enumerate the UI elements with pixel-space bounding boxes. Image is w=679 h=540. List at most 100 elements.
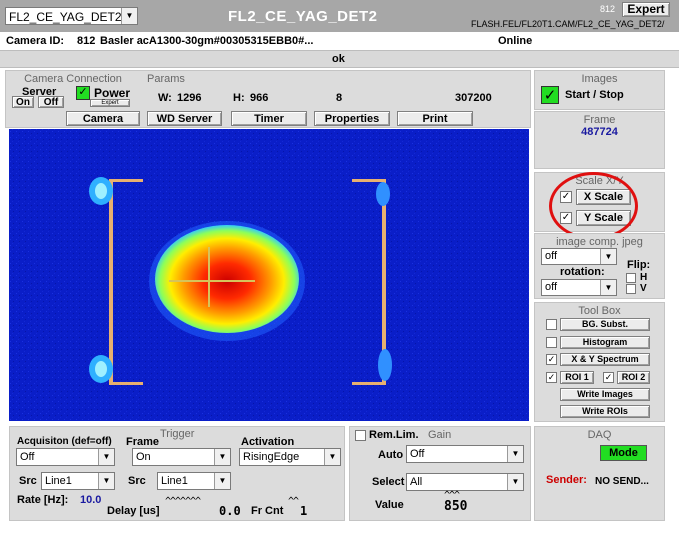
wd-server-button[interactable]: WD Server [147, 111, 222, 126]
write-images-button[interactable]: Write Images [560, 388, 650, 401]
frame-count-label: Fr Cnt [251, 505, 284, 517]
gain-select-value: All [410, 476, 423, 488]
params-title: Params [147, 73, 185, 85]
remlim-checkbox[interactable] [355, 430, 366, 441]
frame-count-up-arrows[interactable]: ^^ [288, 496, 299, 507]
crosshair-horizontal [169, 280, 255, 282]
src1-select[interactable]: Line1 ▼ [41, 472, 115, 490]
frame-bottom-left [109, 382, 143, 385]
corner-blob-bl-core [95, 361, 107, 377]
camera-select-value: FL2_CE_YAG_DET2 [9, 10, 122, 24]
delay-up-arrows[interactable]: ^^^^^^^ [165, 496, 201, 507]
chevron-down-icon: ▼ [121, 8, 137, 24]
roi2-checkbox[interactable]: ✓ [603, 372, 614, 383]
start-stop-checkbox[interactable]: ✓ [541, 86, 559, 104]
gain-auto-select[interactable]: Off ▼ [406, 445, 524, 463]
expert-button[interactable]: Expert [622, 2, 670, 17]
corner-blob-r-bottom [378, 349, 392, 381]
rotation-value: off [545, 281, 558, 293]
rotation-label: rotation: [560, 266, 605, 278]
activation-select[interactable]: RisingEdge ▼ [239, 448, 341, 466]
beam-spot [155, 225, 299, 333]
print-button[interactable]: Print [397, 111, 473, 126]
image-comp-select[interactable]: off ▼ [541, 248, 617, 265]
start-stop-label: Start / Stop [565, 89, 624, 101]
src1-label: Src [19, 475, 37, 487]
write-rois-button[interactable]: Write ROIs [560, 405, 650, 418]
properties-button[interactable]: Properties [314, 111, 390, 126]
camera-id-value: 812 [77, 35, 96, 47]
histogram-button[interactable]: Histogram [560, 336, 650, 349]
chevron-down-icon: ▼ [507, 446, 523, 462]
timer-button[interactable]: Timer [231, 111, 307, 126]
daq-mode-button[interactable]: Mode [600, 445, 647, 461]
top-number: 812 [600, 4, 616, 14]
delay-value[interactable]: 0.0 [219, 504, 241, 518]
gain-value-label: Value [375, 499, 404, 511]
spectrum-checkbox[interactable]: ✓ [546, 354, 557, 365]
check-icon: ✓ [78, 86, 88, 98]
frame-count-value[interactable]: 1 [300, 504, 307, 518]
width-label: W: [158, 92, 172, 104]
annotation-circle [549, 172, 638, 240]
flip-label: Flip: [627, 259, 651, 271]
camera-id-label: Camera ID: [6, 35, 65, 47]
frame-counter: 487724 [581, 126, 618, 138]
chevron-down-icon: ▼ [98, 449, 114, 465]
rate-value: 10.0 [80, 494, 102, 506]
src2-select[interactable]: Line1 ▼ [157, 472, 231, 490]
flip-h-label: H [640, 272, 648, 283]
delay-label: Delay [us] [107, 505, 160, 517]
acquisition-value: Off [20, 451, 35, 463]
online-status: Online [498, 35, 533, 47]
check-icon: ✓ [547, 354, 556, 364]
src1-value: Line1 [45, 475, 72, 487]
toolbox-title: Tool Box [578, 305, 621, 317]
server-off-button[interactable]: Off [38, 96, 64, 108]
gain-select[interactable]: All ▼ [406, 473, 524, 491]
connection-expert-button[interactable]: Expert [90, 99, 130, 107]
height-label: H: [233, 92, 245, 104]
activation-label: Activation [241, 436, 295, 448]
gain-value[interactable]: 850 [444, 499, 467, 514]
beam-image-svg [9, 129, 529, 421]
acquisition-label: Acquisiton (def=off) [17, 436, 112, 447]
images-title: Images [581, 73, 618, 85]
gain-select-label: Select [372, 476, 405, 488]
frame-top-left [109, 179, 143, 182]
bg-subst-checkbox[interactable] [546, 319, 557, 330]
bg-subst-button[interactable]: BG. Subst. [560, 318, 650, 331]
frame-trigger-value: On [136, 451, 151, 463]
camera-button[interactable]: Camera [66, 111, 140, 126]
rate-label: Rate [Hz]: [17, 494, 69, 506]
power-label: Power [94, 86, 131, 100]
frame-top-right [352, 179, 386, 182]
histogram-checkbox[interactable] [546, 337, 557, 348]
frame-bottom-right [352, 382, 386, 385]
check-icon: ✓ [604, 372, 613, 382]
roi1-button[interactable]: ROI 1 [560, 371, 594, 384]
camera-image[interactable] [9, 129, 529, 421]
acquisition-select[interactable]: Off ▼ [16, 448, 115, 466]
flip-v-checkbox[interactable] [626, 284, 636, 294]
corner-blob-tl-core [95, 183, 107, 199]
flip-v-label: V [640, 283, 647, 294]
rotation-select[interactable]: off ▼ [541, 279, 617, 296]
image-comp-value: off [545, 250, 558, 262]
corner-blob-r-top [376, 182, 390, 206]
server-on-button[interactable]: On [12, 96, 34, 108]
chevron-down-icon: ▼ [507, 474, 523, 490]
frame-trigger-select[interactable]: On ▼ [132, 448, 231, 466]
chevron-down-icon: ▼ [98, 473, 114, 489]
roi2-button[interactable]: ROI 2 [617, 371, 650, 384]
roi1-checkbox[interactable]: ✓ [546, 372, 557, 383]
power-checkbox[interactable]: ✓ [76, 86, 90, 100]
chevron-down-icon: ▼ [324, 449, 340, 465]
flip-h-checkbox[interactable] [626, 273, 636, 283]
camera-path: FLASH.FEL/FL20T1.CAM/FL2_CE_YAG_DET2/ [471, 19, 665, 29]
bit-depth-value: 8 [336, 92, 343, 104]
spectrum-button[interactable]: X & Y Spectrum [560, 353, 650, 366]
gain-auto-label: Auto [378, 449, 404, 461]
sender-label: Sender: [546, 474, 587, 486]
camera-select[interactable]: FL2_CE_YAG_DET2 ▼ [5, 7, 138, 25]
